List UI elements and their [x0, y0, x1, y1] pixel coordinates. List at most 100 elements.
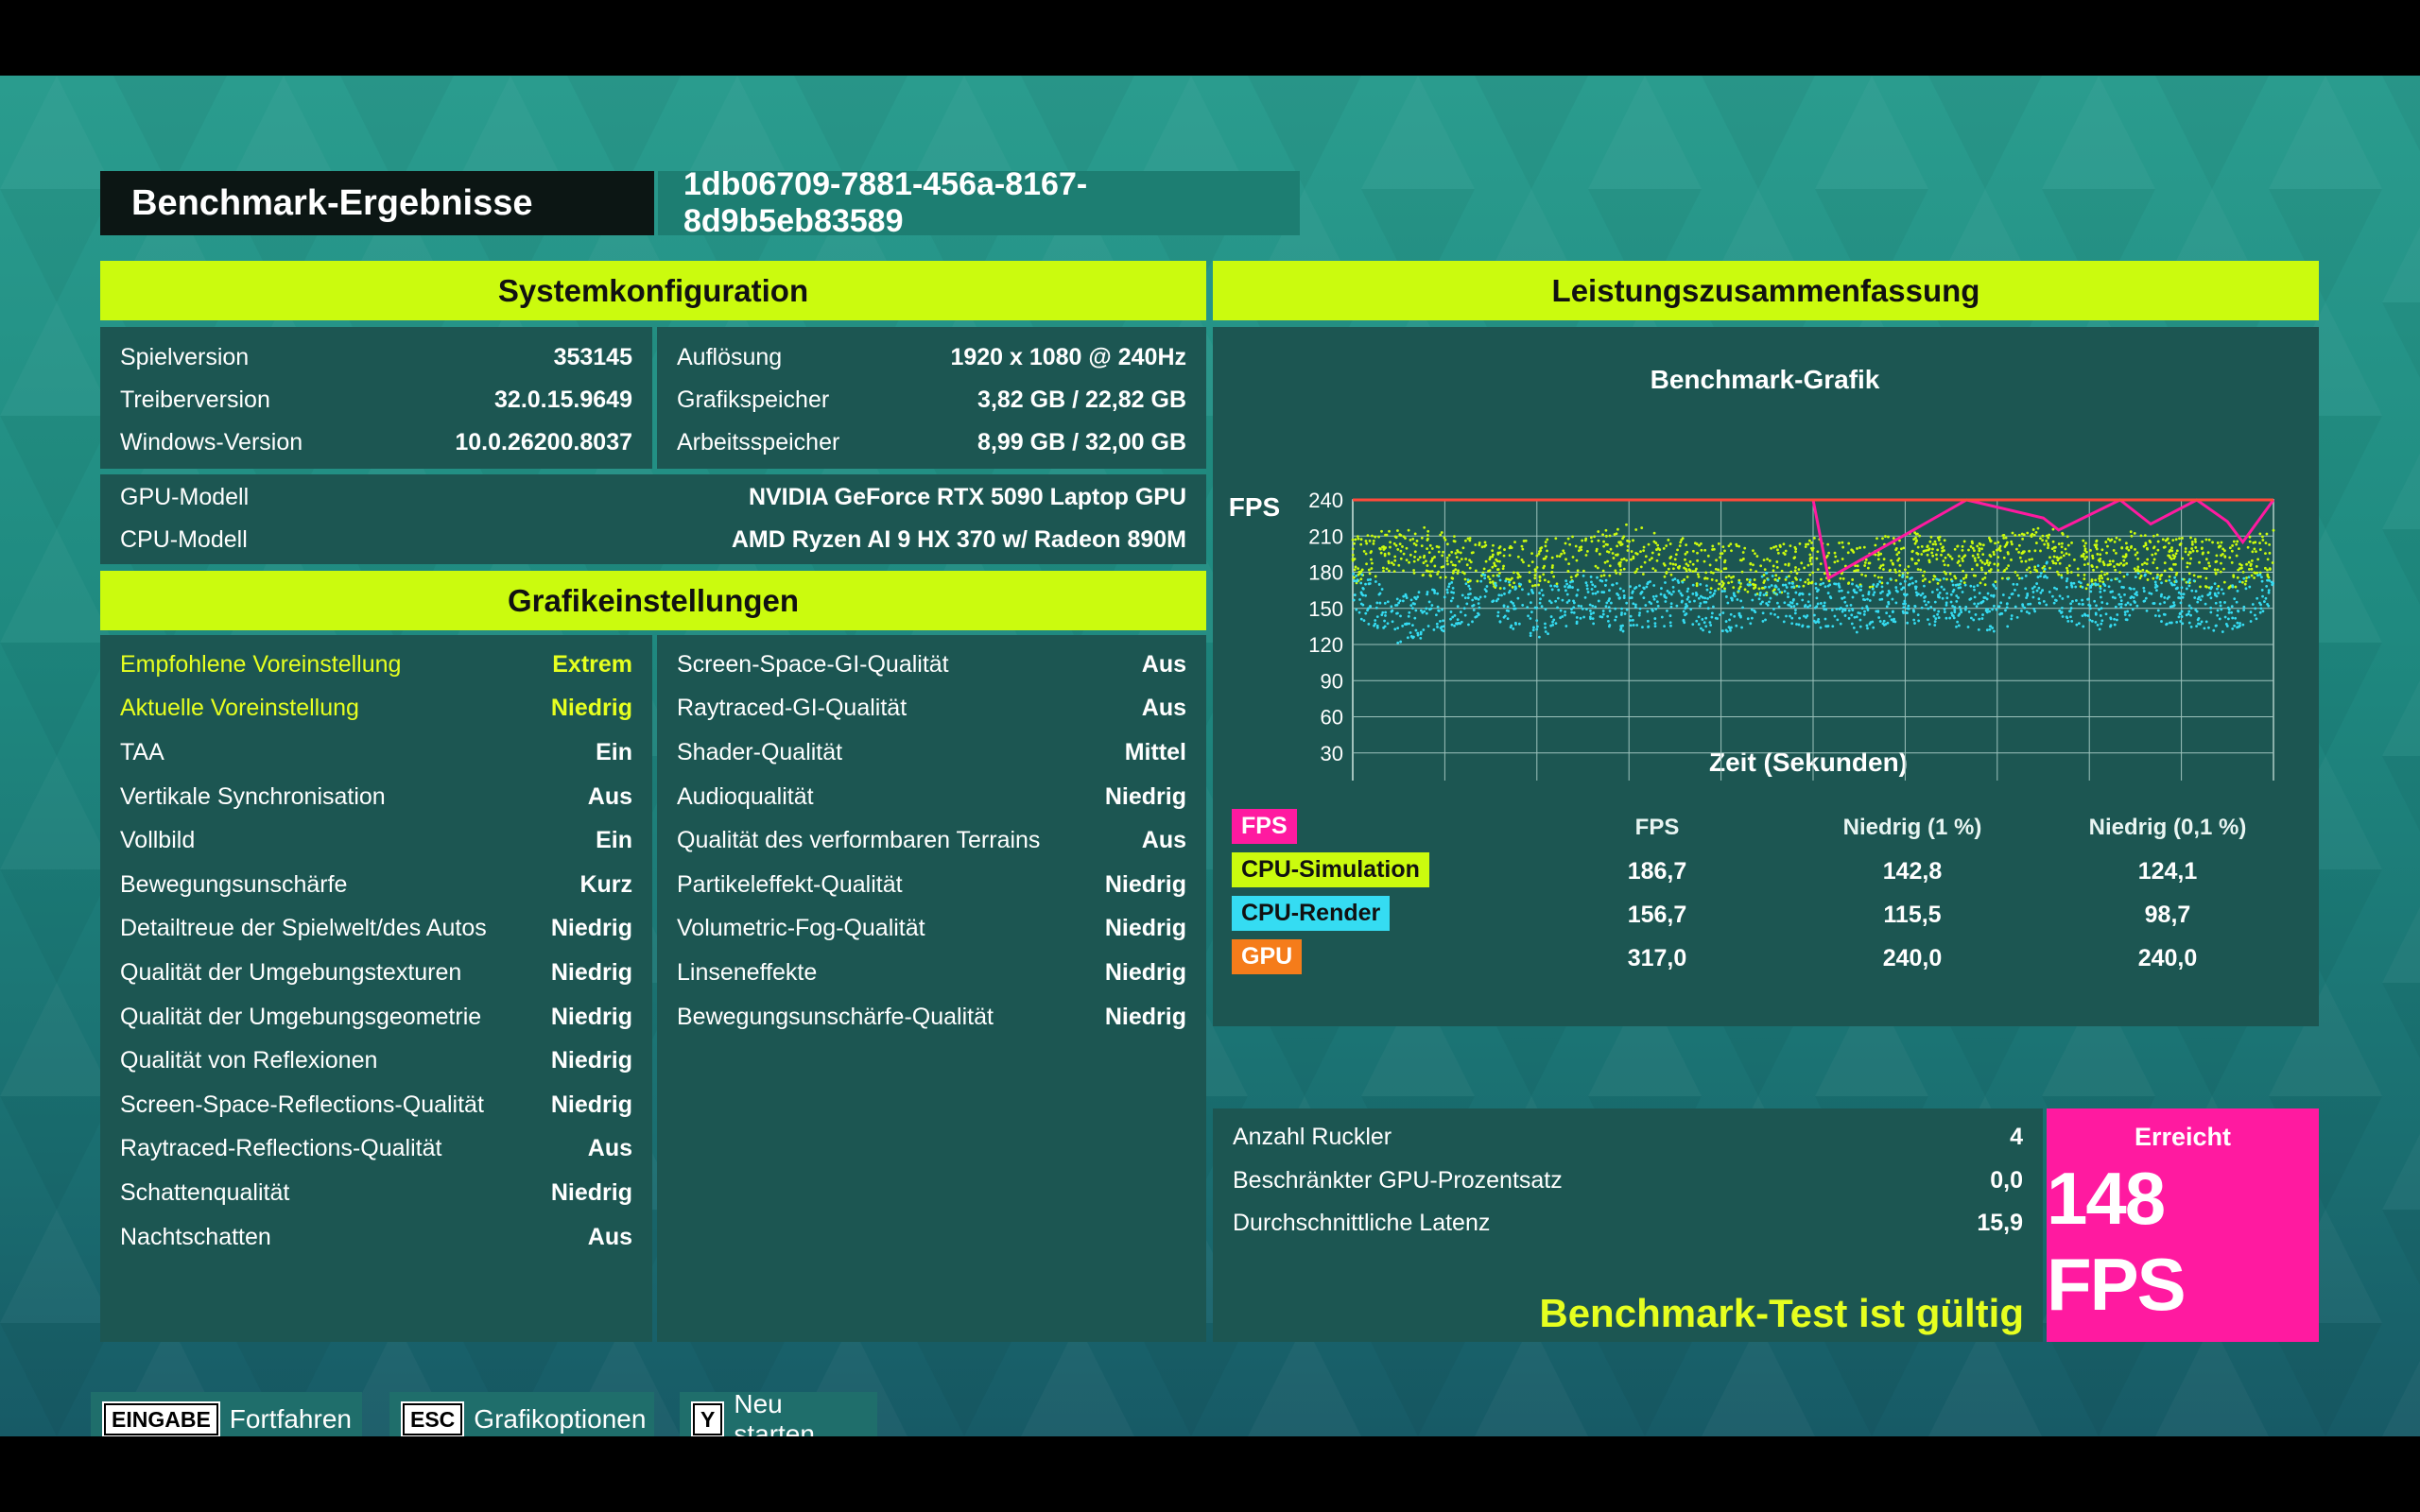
setting-value: 10.0.26200.8037 — [455, 429, 632, 455]
data-point — [1396, 529, 1399, 532]
graphics-options-button[interactable]: ESC Grafikoptionen — [389, 1392, 654, 1436]
data-point — [2070, 585, 2074, 589]
data-point — [1414, 543, 1418, 547]
data-point — [1789, 544, 1792, 548]
data-point — [2046, 560, 2048, 564]
data-point — [1489, 556, 1492, 559]
data-point — [2077, 622, 2081, 626]
data-point — [1961, 591, 1964, 593]
data-point — [1456, 549, 1460, 552]
data-point — [2208, 591, 2212, 594]
data-point — [2174, 562, 2177, 566]
data-point — [1406, 636, 1409, 640]
data-point — [2146, 578, 2150, 581]
data-point — [2062, 554, 2066, 558]
data-point — [1535, 625, 1539, 628]
data-point — [2203, 627, 2206, 630]
data-point — [2115, 551, 2118, 555]
setting-value: Niedrig — [550, 915, 632, 942]
data-point — [1364, 552, 1368, 556]
data-point — [2156, 609, 2160, 612]
data-point — [1990, 593, 1993, 597]
setting-value: NVIDIA GeForce RTX 5090 Laptop GPU — [748, 484, 1186, 510]
page-title: Benchmark-Ergebnisse — [100, 171, 654, 235]
data-point — [1450, 550, 1454, 554]
data-point — [1973, 602, 1977, 606]
data-point — [1890, 618, 1893, 622]
data-point — [2083, 574, 2086, 576]
stats-cell: 115,5 — [1883, 902, 1942, 928]
data-point — [2010, 617, 2014, 621]
data-point — [2104, 541, 2108, 543]
data-point — [1483, 588, 1487, 591]
data-point — [1393, 535, 1397, 539]
data-point — [1468, 587, 1472, 591]
data-point — [1735, 624, 1738, 627]
data-point — [2099, 614, 2102, 617]
data-point — [1384, 546, 1388, 549]
data-point — [1705, 576, 1709, 580]
restart-button[interactable]: Y Neu starten — [680, 1389, 877, 1436]
data-point — [1877, 553, 1881, 557]
data-point — [1353, 593, 1357, 596]
data-point — [1381, 610, 1385, 614]
data-point — [2258, 610, 2262, 614]
data-point — [2214, 571, 2218, 575]
data-point — [1512, 604, 1516, 608]
data-point — [1456, 605, 1460, 608]
data-point — [1527, 564, 1530, 567]
data-point — [1449, 599, 1453, 603]
data-point — [1740, 570, 1744, 574]
data-point — [1874, 543, 1877, 547]
data-point — [2010, 558, 2013, 561]
data-point — [1914, 579, 1918, 583]
data-point — [1907, 604, 1910, 608]
data-point — [2043, 567, 2047, 571]
setting-label: Raytraced-Reflections-Qualität — [120, 1135, 442, 1162]
data-point — [2204, 567, 2208, 571]
data-point — [1452, 569, 1456, 573]
bg-triangle — [2382, 529, 2420, 605]
data-point — [1706, 596, 1709, 600]
data-point — [2095, 547, 2099, 551]
data-point — [2106, 577, 2110, 581]
data-point — [1855, 615, 1858, 619]
data-point — [2039, 575, 2042, 578]
data-point — [1616, 553, 1619, 557]
data-point — [1925, 603, 1927, 607]
data-point — [1902, 606, 1906, 610]
data-point — [2069, 571, 2073, 574]
data-point — [1999, 601, 2003, 605]
data-point — [2184, 550, 2187, 554]
data-point — [1973, 588, 1976, 592]
data-point — [2235, 600, 2238, 604]
bg-triangle — [1361, 76, 1475, 189]
data-point — [1921, 592, 1925, 595]
data-point — [1799, 578, 1803, 582]
data-point — [1480, 545, 1484, 549]
data-point — [2028, 611, 2031, 615]
data-point — [1606, 542, 1609, 546]
data-point — [1910, 557, 1913, 560]
data-point — [1926, 553, 1929, 557]
data-point — [2219, 600, 2222, 604]
data-point — [1374, 622, 1377, 626]
data-point — [2127, 548, 2131, 552]
data-point — [1953, 575, 1957, 578]
data-point — [1731, 598, 1734, 602]
data-point — [1607, 550, 1611, 554]
setting-value: 3,82 GB / 22,82 GB — [977, 387, 1186, 413]
data-point — [1365, 562, 1368, 566]
data-point — [2115, 536, 2118, 540]
bg-triangle — [2382, 76, 2420, 151]
data-point — [1855, 591, 1858, 594]
data-point — [1358, 598, 1361, 601]
data-point — [1576, 588, 1580, 592]
data-point — [1668, 542, 1672, 545]
data-point — [2155, 589, 2158, 593]
data-point — [1474, 569, 1478, 573]
continue-button[interactable]: EINGABE Fortfahren — [91, 1392, 362, 1436]
data-point — [1549, 615, 1553, 618]
data-point — [1711, 544, 1715, 548]
data-point — [2030, 535, 2033, 538]
